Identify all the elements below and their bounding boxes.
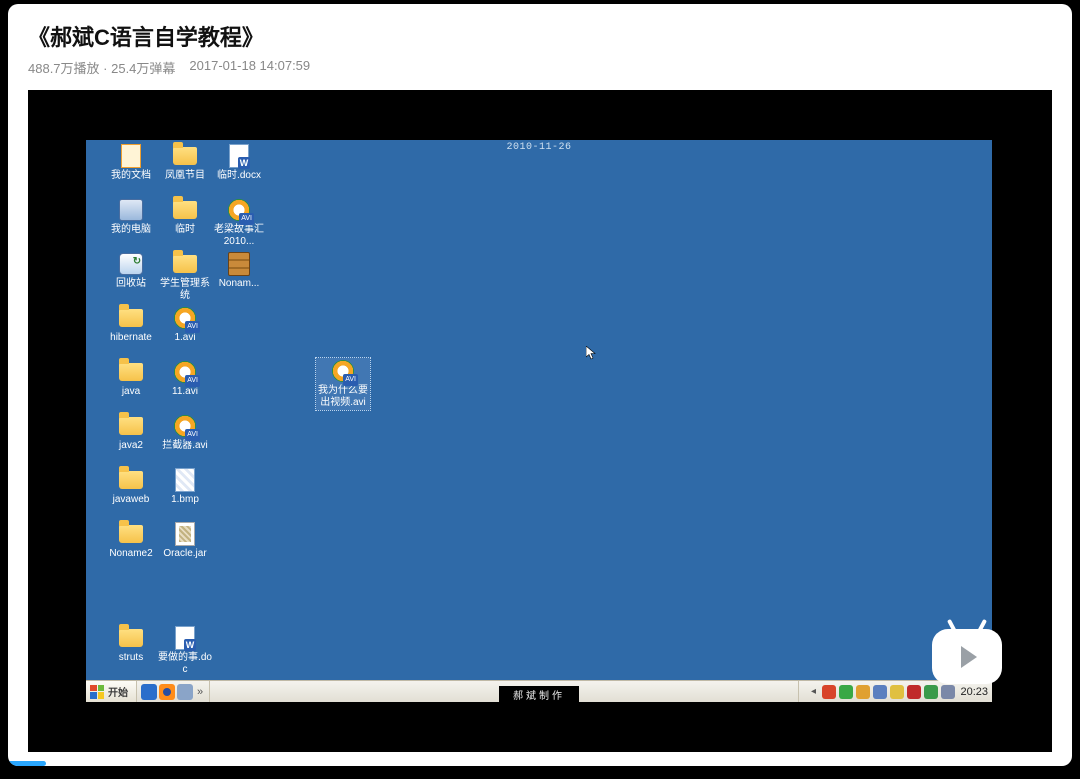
folder-icon [171, 144, 199, 168]
folder-student-sys[interactable]: 学生管理系统 [158, 252, 212, 302]
file-lanjieqi-avi[interactable]: 拦截器.avi [158, 414, 212, 452]
tray-expand-icon[interactable]: ◂ [807, 685, 819, 699]
icon-label: Noname2 [109, 548, 152, 560]
folder-fenghuang[interactable]: 凤凰节目 [158, 144, 212, 182]
icon-label: 1.bmp [171, 494, 199, 506]
tray-warn-icon[interactable] [890, 685, 904, 699]
my-documents[interactable]: 我的文档 [104, 144, 158, 182]
desktop-icons-layer: 我的文档我的电脑回收站 hibernate java java2 javaweb Nona… [86, 140, 992, 702]
icon-label: 我为什么要出视频.avi [317, 385, 369, 409]
folder-javaweb[interactable]: javaweb [104, 468, 158, 506]
rar-icon [225, 252, 253, 276]
video-title: 《郝斌C语言自学教程》 [28, 20, 1052, 52]
file-1-bmp[interactable]: 1.bmp [158, 468, 212, 506]
folder-hibernate[interactable]: hibernate [104, 306, 158, 344]
bilibili-tv-icon[interactable] [932, 629, 1002, 684]
recycle-bin[interactable]: 回收站 [104, 252, 158, 290]
play-count: 488.7万播放 · 25.4万弹幕 [28, 58, 175, 77]
start-label: 开始 [108, 684, 128, 699]
folder-icon [117, 414, 145, 438]
icon-label: Oracle.jar [163, 548, 206, 560]
avi-icon [171, 306, 199, 330]
tray-im-icon[interactable] [941, 685, 955, 699]
progress-indicator [8, 761, 46, 766]
show-desktop-icon[interactable] [141, 684, 157, 700]
icon-label: 凤凰节目 [165, 170, 205, 182]
icon-label: 临时 [175, 224, 195, 236]
icon-label: java2 [119, 440, 143, 452]
folder-icon [171, 252, 199, 276]
file-noname-rar[interactable]: Nonam... [212, 252, 266, 290]
video-page-card: 《郝斌C语言自学教程》 488.7万播放 · 25.4万弹幕 2017-01-1… [8, 4, 1072, 766]
icon-label: 1.avi [174, 332, 195, 344]
docs-icon [117, 144, 145, 168]
folder-struts[interactable]: struts [104, 626, 158, 664]
folder-icon [117, 468, 145, 492]
folder-icon [117, 522, 145, 546]
folder-icon [117, 306, 145, 330]
taskbar-clock: 20:23 [958, 686, 988, 698]
icon-label: 老梁故事汇2010... [212, 224, 266, 248]
icon-label: 要做的事.doc [158, 652, 212, 676]
video-meta: 488.7万播放 · 25.4万弹幕 2017-01-18 14:07:59 [28, 58, 1052, 77]
icon-label: 11.avi [172, 386, 198, 398]
shell-icon[interactable] [177, 684, 193, 700]
firefox-icon[interactable] [159, 684, 175, 700]
quick-launch: » [137, 681, 210, 702]
quicklaunch-more-icon[interactable]: » [195, 686, 205, 698]
folder-icon [117, 360, 145, 384]
folder-noname2[interactable]: Noname2 [104, 522, 158, 560]
avi-icon [171, 414, 199, 438]
icon-label: 我的文档 [111, 170, 151, 182]
tray-red-icon[interactable] [822, 685, 836, 699]
video-caption: 郝斌制作 [499, 686, 579, 702]
tray-x-icon[interactable] [907, 685, 921, 699]
file-11-avi[interactable]: 11.avi [158, 360, 212, 398]
file-laoliang-avi[interactable]: 老梁故事汇2010... [212, 198, 266, 248]
folder-linshi[interactable]: 临时 [158, 198, 212, 236]
folder-icon [117, 626, 145, 650]
avi-icon [329, 359, 357, 383]
icon-label: 回收站 [116, 278, 146, 290]
file-yaozuo-doc[interactable]: 要做的事.doc [158, 626, 212, 676]
start-button[interactable]: 开始 [86, 681, 137, 702]
file-oracle-jar[interactable]: Oracle.jar [158, 522, 212, 560]
tray-battery-icon[interactable] [924, 685, 938, 699]
bmp-icon [171, 468, 199, 492]
folder-icon [171, 198, 199, 222]
video-player[interactable]: 2010-11-26 我的文档我的电脑回收站hibernatejavajava2… [28, 90, 1052, 752]
video-header: 《郝斌C语言自学教程》 488.7万播放 · 25.4万弹幕 2017-01-1… [8, 4, 1072, 83]
file-1-avi[interactable]: 1.avi [158, 306, 212, 344]
icon-label: 我的电脑 [111, 224, 151, 236]
icon-label: 临时.docx [217, 170, 261, 182]
windows-flag-icon [90, 685, 104, 699]
xp-desktop: 2010-11-26 我的文档我的电脑回收站hibernatejavajava2… [86, 140, 992, 702]
pc-icon [117, 198, 145, 222]
folder-java[interactable]: java [104, 360, 158, 398]
tray-net-icon[interactable] [873, 685, 887, 699]
file-why-video-avi[interactable]: 我为什么要出视频.avi [316, 358, 370, 410]
system-tray: ◂ 20:23 [798, 681, 992, 702]
file-linshi-docx[interactable]: 临时.docx [212, 144, 266, 182]
folder-java2[interactable]: java2 [104, 414, 158, 452]
avi-icon [225, 198, 253, 222]
upload-timestamp: 2017-01-18 14:07:59 [189, 58, 310, 77]
my-computer[interactable]: 我的电脑 [104, 198, 158, 236]
icon-label: 拦截器.avi [162, 440, 208, 452]
bin-icon [117, 252, 145, 276]
avi-icon [171, 360, 199, 384]
docx-icon [225, 144, 253, 168]
tray-sound-icon[interactable] [856, 685, 870, 699]
icon-label: javaweb [113, 494, 150, 506]
doc-icon [171, 626, 199, 650]
tray-shield-icon[interactable] [839, 685, 853, 699]
icon-label: 学生管理系统 [158, 278, 212, 302]
icon-label: Nonam... [219, 278, 260, 290]
icon-label: hibernate [110, 332, 152, 344]
icon-label: java [122, 386, 140, 398]
jar-icon [171, 522, 199, 546]
icon-label: struts [119, 652, 143, 664]
play-icon [961, 646, 977, 668]
